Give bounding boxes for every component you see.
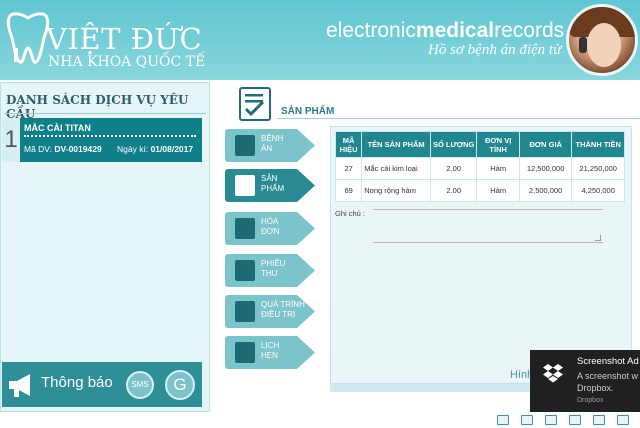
cell: 21,250,000 — [571, 157, 625, 180]
google-button[interactable]: G — [165, 370, 195, 400]
request-code: Mã DV: DV-0019429 — [24, 144, 102, 154]
col-unit: ĐƠN VỊ TÍNH — [476, 131, 520, 158]
col-quantity: SỐ LƯỢNG — [429, 131, 478, 158]
support-avatar — [566, 4, 638, 76]
section-title: SẢN PHẨM — [281, 106, 335, 117]
notification-label: Thông báo — [41, 374, 113, 391]
tab-label: PHIẾU THU — [261, 259, 286, 278]
dropbox-notification[interactable]: Screenshot Ad A screenshot w Dropbox. Dro… — [530, 350, 640, 412]
sms-button[interactable]: SMS — [126, 371, 154, 399]
col-total: THÀNH TIỀN — [571, 131, 625, 158]
tab-products[interactable]: SẢN PHẨM — [225, 169, 315, 202]
tooth-logo-icon — [6, 12, 50, 64]
cell: 69 — [334, 179, 363, 202]
request-list-title: DANH SÁCH DỊCH VỤ YÊU CẦU — [6, 93, 189, 121]
cell: 2,500,000 — [518, 179, 573, 202]
cell: 27 — [334, 157, 363, 180]
clinic-subtitle: NHA KHOA QUỐC TẾ — [48, 54, 206, 70]
tab-label: HÓA ĐƠN — [261, 217, 280, 236]
toolbar-icon[interactable] — [569, 415, 581, 425]
app-header: VIỆT ĐỨC NHA KHOA QUỐC TẾ electronicmedi… — [0, 0, 640, 80]
cell: Hàm — [476, 179, 520, 202]
notification-bar: Thông báo SMS G — [2, 362, 202, 407]
divider — [277, 118, 640, 119]
tab-invoice[interactable]: HÓA ĐƠN — [225, 212, 315, 245]
cell: 12,500,000 — [518, 157, 573, 180]
tab-label: LỊCH HẸN — [261, 341, 280, 360]
calendar-icon — [235, 342, 255, 363]
footer-toolbar — [233, 412, 640, 428]
request-card[interactable]: MẮC CÀI TITAN Mã DV: DV-0019429 Ngày kí:… — [20, 118, 202, 162]
note-label: Ghi chú : — [335, 209, 366, 218]
cell: Nong rộng hàm — [361, 179, 431, 202]
col-code: MÃ HIỆU — [334, 131, 363, 158]
resize-grip-icon[interactable] — [595, 235, 601, 241]
tab-appointment[interactable]: LỊCH HẸN — [225, 336, 315, 369]
toast-title: Screenshot Ad — [577, 356, 639, 367]
toolbar-icon[interactable] — [593, 415, 605, 425]
note-textarea[interactable] — [373, 209, 603, 243]
megaphone-icon — [9, 374, 30, 397]
table-row[interactable]: 27 Mắc cài kim loại 2.00 Hàm 12,500,000 … — [334, 157, 625, 180]
clinic-name: VIỆT ĐỨC — [46, 22, 203, 56]
cell: 4,250,000 — [571, 179, 625, 202]
invoice-icon — [235, 218, 255, 239]
divider — [24, 135, 196, 137]
tab-receipt[interactable]: PHIẾU THU — [225, 254, 315, 287]
cell: 2.00 — [429, 179, 478, 202]
toolbar-icon[interactable] — [545, 415, 557, 425]
cell: Hàm — [476, 157, 520, 180]
table-header-row: MÃ HIỆU TÊN SẢN PHẨM SỐ LƯỢNG ĐƠN VỊ TÍN… — [334, 131, 625, 158]
product-content: MÃ HIỆU TÊN SẢN PHẨM SỐ LƯỢNG ĐƠN VỊ TÍN… — [330, 126, 632, 384]
tab-medical-record[interactable]: BỆNH ÁN — [225, 129, 315, 162]
brand-tagline: Hồ sơ bệnh án điện tử — [428, 42, 562, 58]
tab-label: QUÁ TRÌNH ĐIỀU TRỊ — [261, 300, 305, 319]
divider — [4, 113, 206, 114]
products-icon — [235, 175, 255, 196]
request-index: 1 — [2, 118, 20, 162]
request-date: Ngày kí: 01/08/2017 — [117, 144, 194, 154]
table-row[interactable]: 69 Nong rộng hàm 2.00 Hàm 2,500,000 4,25… — [334, 179, 625, 202]
cell: 2.00 — [429, 157, 478, 180]
dropbox-icon — [543, 364, 563, 383]
tab-label: SẢN PHẨM — [261, 174, 285, 193]
brand-title: electronicmedicalrecords — [326, 19, 565, 42]
toast-source: Dropbox — [577, 397, 604, 404]
request-name: MẮC CÀI TITAN — [24, 123, 91, 133]
receipt-icon — [235, 260, 255, 281]
toast-body: A screenshot w Dropbox. — [577, 371, 639, 393]
toolbar-icon[interactable] — [521, 415, 533, 425]
cell: Mắc cài kim loại — [361, 157, 431, 180]
col-unit-price: ĐƠN GIÁ — [518, 131, 573, 158]
tab-label: BỆNH ÁN — [261, 134, 284, 153]
checklist-icon — [239, 87, 271, 121]
chart-icon — [235, 301, 255, 322]
request-item[interactable]: 1 MẮC CÀI TITAN Mã DV: DV-0019429 Ngày k… — [2, 118, 202, 162]
record-icon — [235, 135, 255, 156]
toolbar-icon[interactable] — [617, 415, 629, 425]
toolbar-icon[interactable] — [497, 415, 509, 425]
tab-treatment-history[interactable]: QUÁ TRÌNH ĐIỀU TRỊ — [225, 295, 315, 328]
col-product-name: TÊN SẢN PHẨM — [361, 131, 431, 158]
product-table: MÃ HIỆU TÊN SẢN PHẨM SỐ LƯỢNG ĐƠN VỊ TÍN… — [334, 131, 625, 202]
